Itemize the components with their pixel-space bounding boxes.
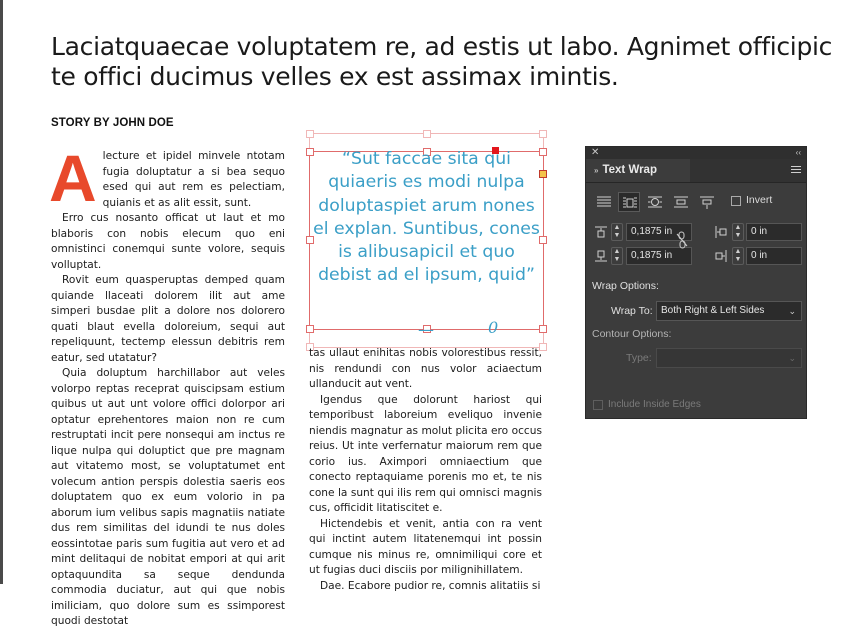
- drop-cap: A: [49, 141, 97, 215]
- invert-label: Invert: [746, 194, 773, 206]
- chevron-down-icon: ⌄: [788, 306, 796, 316]
- wrap-bounding-box-icon[interactable]: [618, 192, 640, 212]
- left-offset-stepper[interactable]: ▲ ▼: [732, 223, 744, 241]
- no-wrap-icon[interactable]: [593, 192, 615, 212]
- tab-label: Text Wrap: [602, 164, 657, 176]
- paragraph: Igendus que dolorunt hariost qui tempori…: [309, 393, 542, 515]
- include-inside-edges-label: Include Inside Edges: [608, 399, 701, 410]
- bottom-offset-field[interactable]: 0,1875 in: [626, 247, 692, 265]
- byline: STORY BY JOHN DOE: [51, 117, 174, 129]
- body-column-1[interactable]: A lecture et ipidel minvele ntotam fugia…: [49, 141, 285, 630]
- wrap-to-select[interactable]: Both Right & Left Sides ⌄: [656, 301, 802, 321]
- pull-quote-rule: —: [418, 320, 434, 339]
- bottom-offset-stepper[interactable]: ▲ ▼: [611, 247, 623, 265]
- include-inside-edges-checkbox[interactable]: [593, 400, 603, 410]
- jump-to-next-column-icon[interactable]: [696, 192, 718, 212]
- bottom-offset-icon: [595, 250, 607, 262]
- contour-type-select[interactable]: ⌄: [656, 348, 802, 368]
- panel-title-bar[interactable]: ✕ ‹‹: [586, 147, 806, 159]
- expand-icon: »: [594, 166, 599, 175]
- panel-menu-icon[interactable]: [791, 166, 801, 174]
- type-label: Type:: [626, 352, 652, 364]
- chevron-down-icon: ⌄: [788, 353, 796, 363]
- pull-quote[interactable]: “Sut faccae sita qui quiaeris es modi nu…: [309, 148, 544, 288]
- left-offset-field[interactable]: 0 in: [746, 223, 802, 241]
- paragraph: Rovit eum quasperuptas demped quam quian…: [51, 274, 285, 364]
- pull-quote-mark: 0: [488, 318, 499, 337]
- frame-handle[interactable]: [539, 325, 547, 333]
- wrap-handle[interactable]: [423, 130, 431, 138]
- left-offset-icon: [715, 226, 727, 238]
- paragraph: Erro cus nosanto officat ut laut et mo b…: [51, 212, 285, 271]
- jump-object-icon[interactable]: [670, 192, 692, 212]
- right-offset-field[interactable]: 0 in: [746, 247, 802, 265]
- right-offset-icon: [715, 250, 727, 262]
- top-offset-icon: [595, 226, 607, 238]
- wrap-options-label: Wrap Options:: [592, 280, 659, 292]
- panel-tab-bar: » Text Wrap: [586, 159, 806, 183]
- wrap-handle[interactable]: [306, 130, 314, 138]
- text-wrap-panel: ✕ ‹‹ » Text Wrap Invert ▲ ▼ 0,1875 in ▲ ▼ 0…: [585, 146, 807, 419]
- paragraph: Dae. Ecabore pudior re, comnis alitatiis…: [320, 579, 541, 592]
- wrap-object-shape-icon[interactable]: [644, 192, 666, 212]
- body-column-2[interactable]: tas ullaut enihitas nobis volorestibus r…: [309, 346, 542, 594]
- wrap-to-label: Wrap To:: [611, 305, 653, 317]
- paragraph: tas ullaut enihitas nobis volorestibus r…: [309, 347, 542, 390]
- collapse-icon[interactable]: ‹‹: [796, 147, 801, 159]
- paragraph: Hictendebis et venit, antia con ra vent …: [309, 517, 542, 577]
- close-icon[interactable]: ✕: [591, 147, 599, 159]
- frame-handle[interactable]: [306, 325, 314, 333]
- link-offsets-icon[interactable]: [676, 231, 688, 249]
- tab-text-wrap[interactable]: » Text Wrap: [586, 159, 690, 182]
- top-offset-stepper[interactable]: ▲ ▼: [611, 223, 623, 241]
- paragraph: Quia doluptum harchillabor aut veles vol…: [51, 367, 285, 627]
- contour-options-label: Contour Options:: [592, 328, 672, 340]
- right-offset-stepper[interactable]: ▲ ▼: [732, 247, 744, 265]
- wrap-handle[interactable]: [539, 130, 547, 138]
- invert-checkbox[interactable]: [731, 196, 741, 206]
- page-edge: [0, 0, 3, 584]
- wrap-to-value: Both Right & Left Sides: [661, 305, 765, 316]
- headline: Laciatquaecae voluptatem re, ad estis ut…: [51, 32, 833, 91]
